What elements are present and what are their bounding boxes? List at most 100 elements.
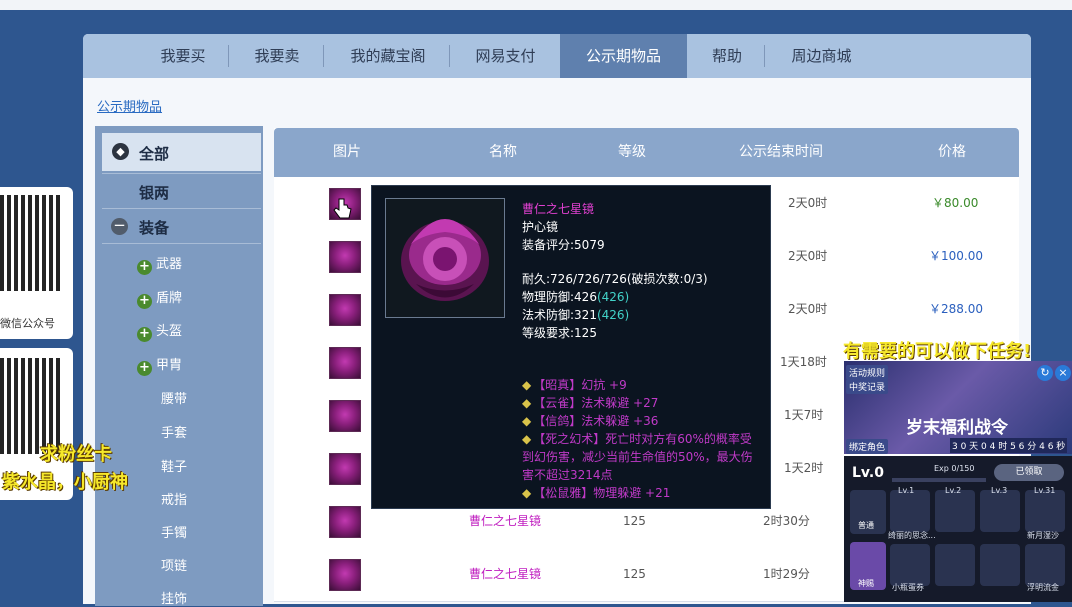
item-icon[interactable] xyxy=(329,241,361,273)
reward-level: Lv.3 xyxy=(991,486,1008,495)
mag-def-bonus: (426) xyxy=(596,308,630,322)
category-weapon[interactable]: + 武器 xyxy=(137,253,182,275)
tab-merch-store[interactable]: 周边商城 xyxy=(769,34,874,78)
refresh-icon[interactable]: ↻ xyxy=(1037,365,1053,381)
tab-sell[interactable]: 我要卖 xyxy=(233,34,321,78)
expand-icon: + xyxy=(137,327,152,342)
reward-slot[interactable] xyxy=(1025,544,1065,586)
item-icon[interactable] xyxy=(329,506,361,538)
promo-line-2: 紫水晶，小厨神 xyxy=(2,472,128,493)
bullet-icon: ◆ xyxy=(522,432,532,446)
top-strip xyxy=(0,0,1072,10)
end-time: 1天18时 xyxy=(780,355,827,369)
col-level: 等级 xyxy=(618,144,646,160)
category-shoes[interactable]: 鞋子 xyxy=(161,456,187,475)
set-bonus-cont: 到幻伤害，减少当前生命值的50%，最大伤 xyxy=(522,450,753,464)
exp-bar xyxy=(892,478,986,482)
price: ￥100.00 xyxy=(929,249,983,263)
sidebar-divider xyxy=(102,243,261,244)
end-time: 1天2时 xyxy=(784,461,824,475)
hand-cursor-icon xyxy=(333,198,352,219)
category-pendant[interactable]: 挂饰 xyxy=(161,588,187,607)
reward-slot[interactable] xyxy=(980,544,1020,586)
reward-name: 浮明流金 xyxy=(1027,583,1059,592)
item-level: 125 xyxy=(623,567,646,581)
reward-slot[interactable] xyxy=(935,490,975,532)
all-category-icon: ◆ xyxy=(112,143,129,160)
tooltip-level-req: 等级要求:125 xyxy=(522,326,597,340)
bind-role-chip[interactable]: 绑定角色 xyxy=(846,439,889,454)
tab-netease-pay[interactable]: 网易支付 xyxy=(453,34,558,78)
nav-divider xyxy=(228,45,229,67)
item-icon[interactable] xyxy=(329,400,361,432)
reward-slot[interactable] xyxy=(890,490,930,532)
category-helmet[interactable]: + 头盔 xyxy=(137,320,182,342)
reward-level: Lv.31 xyxy=(1034,486,1056,495)
bullet-icon: ◆ xyxy=(522,414,532,428)
item-icon[interactable] xyxy=(329,453,361,485)
activity-rules-chip[interactable]: 活动规则 xyxy=(846,365,889,380)
countdown: 3 0 天 0 4 时 5 6 分 4 6 秒 xyxy=(950,438,1068,453)
claimed-button[interactable]: 已领取 xyxy=(994,464,1064,481)
end-time: 2天0时 xyxy=(788,302,828,316)
tooltip-phys-def: 物理防御:426(426) xyxy=(522,288,629,305)
price: ￥288.00 xyxy=(929,302,983,316)
col-name: 名称 xyxy=(489,144,517,160)
bullet-icon: ◆ xyxy=(522,396,532,410)
set-bonus: ◆ 【信鸽】法术躲避 +36 xyxy=(522,414,659,428)
category-gloves[interactable]: 手套 xyxy=(161,422,187,441)
promo-line-1: 求粉丝卡 xyxy=(40,444,112,465)
close-icon[interactable]: × xyxy=(1055,365,1071,381)
end-time: 1时29分 xyxy=(763,567,810,581)
tier-god-badge: 神赐 xyxy=(850,542,886,590)
top-nav: 我要买 我要卖 我的藏宝阁 网易支付 公示期物品 帮助 周边商城 xyxy=(83,34,1031,78)
nav-divider xyxy=(764,45,765,67)
reward-level: Lv.2 xyxy=(945,486,962,495)
tab-my-treasure[interactable]: 我的藏宝阁 xyxy=(328,34,448,78)
item-icon[interactable] xyxy=(329,294,361,326)
tooltip-score: 装备评分:5079 xyxy=(522,238,605,252)
tooltip-title: 曹仁之七星镜 xyxy=(522,202,595,216)
tier-normal-badge: 普通 xyxy=(850,490,886,534)
banner-title: 岁末福利战令 xyxy=(906,418,1008,438)
item-icon[interactable] xyxy=(329,347,361,379)
category-necklace[interactable]: 项链 xyxy=(161,555,187,574)
reward-slot[interactable] xyxy=(980,490,1020,532)
tab-help[interactable]: 帮助 xyxy=(693,34,761,78)
end-time: 2天0时 xyxy=(788,249,828,263)
tab-public-items[interactable]: 公示期物品 xyxy=(560,34,687,78)
exp-text: Exp 0/150 xyxy=(934,464,975,473)
ad-headline: 有需要的可以做下任务! xyxy=(843,341,1032,362)
tab-buy[interactable]: 我要买 xyxy=(142,34,224,78)
category-silver[interactable]: 银两 xyxy=(139,182,169,203)
category-bracelet[interactable]: 手镯 xyxy=(161,522,187,541)
collapse-icon[interactable]: − xyxy=(111,218,128,235)
category-ring[interactable]: 戒指 xyxy=(161,489,187,508)
nav-divider xyxy=(323,45,324,67)
reward-slot[interactable] xyxy=(935,544,975,586)
category-belt[interactable]: 腰带 xyxy=(161,388,187,407)
expand-icon: + xyxy=(137,294,152,309)
item-name[interactable]: 曹仁之七星镜 xyxy=(469,548,541,601)
breadcrumb[interactable]: 公示期物品 xyxy=(97,96,162,115)
price: ￥80.00 xyxy=(932,196,979,210)
category-all[interactable]: 全部 xyxy=(139,143,169,164)
reward-slot[interactable] xyxy=(1025,490,1065,532)
set-bonus: ◆ 【松鼠雅】物理躲避 +21 xyxy=(522,486,671,500)
ad-banner[interactable]: 活动规则 中奖记录 ↻ × 岁末福利战令 绑定角色 3 0 天 0 4 时 5 … xyxy=(844,361,1072,454)
heart-mirror-icon xyxy=(401,219,489,301)
reward-level: Lv.1 xyxy=(898,486,915,495)
reward-name: 绮丽的思念... xyxy=(888,531,936,540)
item-icon[interactable] xyxy=(329,559,361,591)
expand-icon: + xyxy=(137,260,152,275)
category-shield[interactable]: + 盾牌 xyxy=(137,287,182,309)
reward-name: 小瓶蛋券 xyxy=(892,583,924,592)
col-image: 图片 xyxy=(333,144,361,160)
item-preview-image xyxy=(385,198,505,318)
col-end-time: 公示结束时间 xyxy=(739,144,823,160)
mag-def-value: 法术防御:321 xyxy=(522,308,597,322)
category-equipment[interactable]: 装备 xyxy=(139,217,169,238)
category-armor[interactable]: + 甲胄 xyxy=(137,354,182,376)
win-records-chip[interactable]: 中奖记录 xyxy=(846,379,889,394)
reward-slot[interactable] xyxy=(890,544,930,586)
